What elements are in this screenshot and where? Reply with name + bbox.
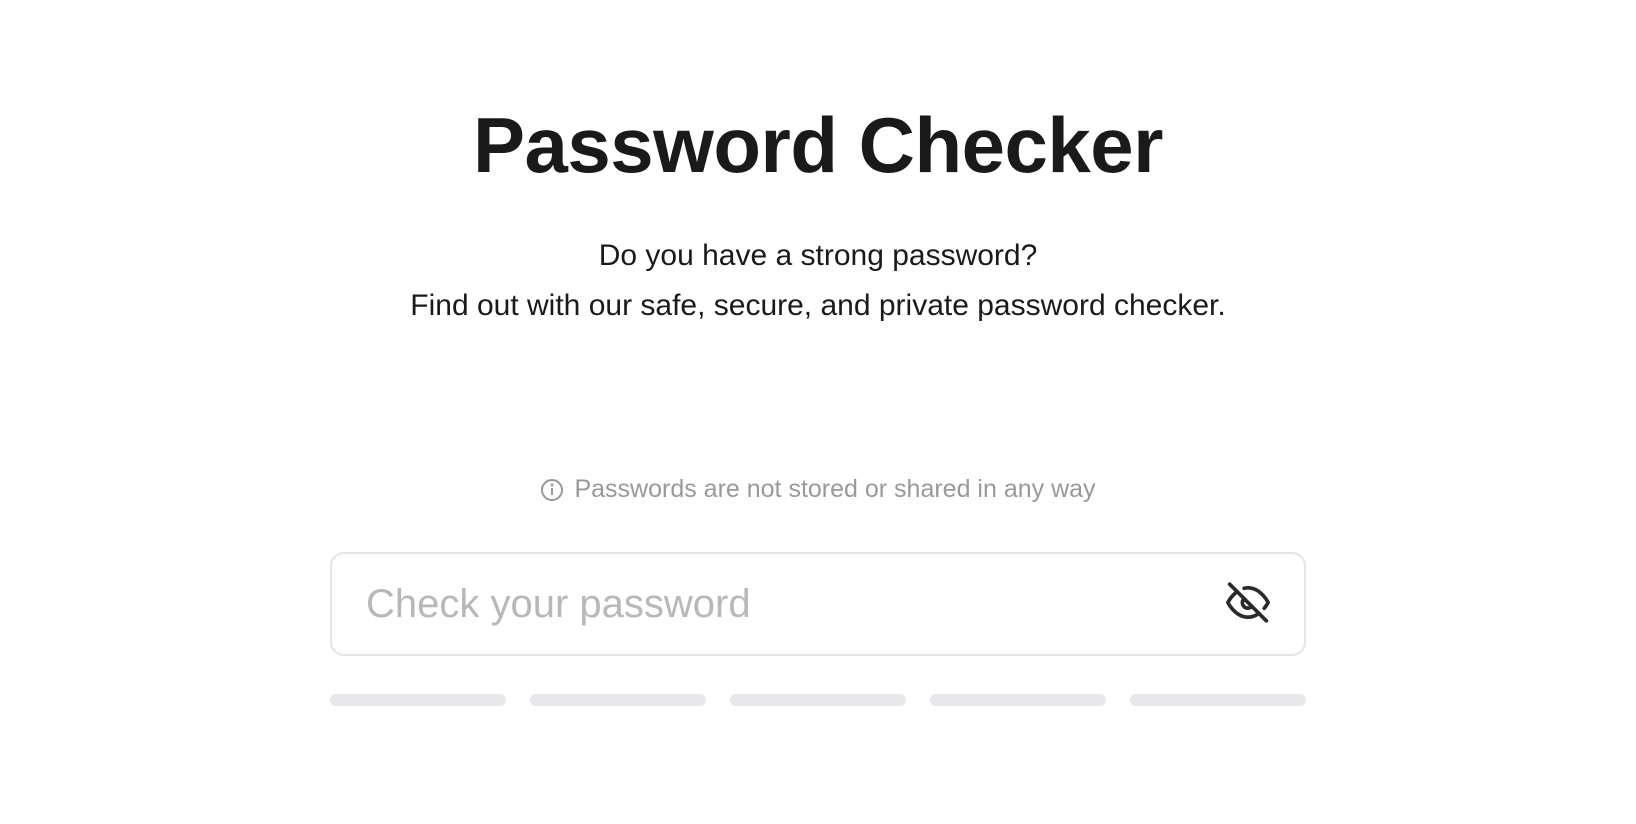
strength-bar-1 — [330, 694, 506, 706]
eye-off-icon — [1226, 581, 1270, 628]
privacy-info-text: Passwords are not stored or shared in an… — [574, 475, 1095, 504]
strength-bar-4 — [930, 694, 1106, 706]
strength-meter — [330, 694, 1306, 706]
password-input[interactable] — [330, 552, 1306, 656]
strength-bar-3 — [730, 694, 906, 706]
info-icon — [540, 478, 564, 502]
password-input-container — [330, 552, 1306, 656]
toggle-visibility-button[interactable] — [1218, 573, 1278, 636]
subtitle-line-2: Find out with our safe, secure, and priv… — [410, 281, 1225, 331]
page-title: Password Checker — [473, 100, 1163, 191]
subtitle-line-1: Do you have a strong password? — [599, 231, 1038, 281]
strength-bar-5 — [1130, 694, 1306, 706]
privacy-info-row: Passwords are not stored or shared in an… — [540, 475, 1095, 504]
strength-bar-2 — [530, 694, 706, 706]
